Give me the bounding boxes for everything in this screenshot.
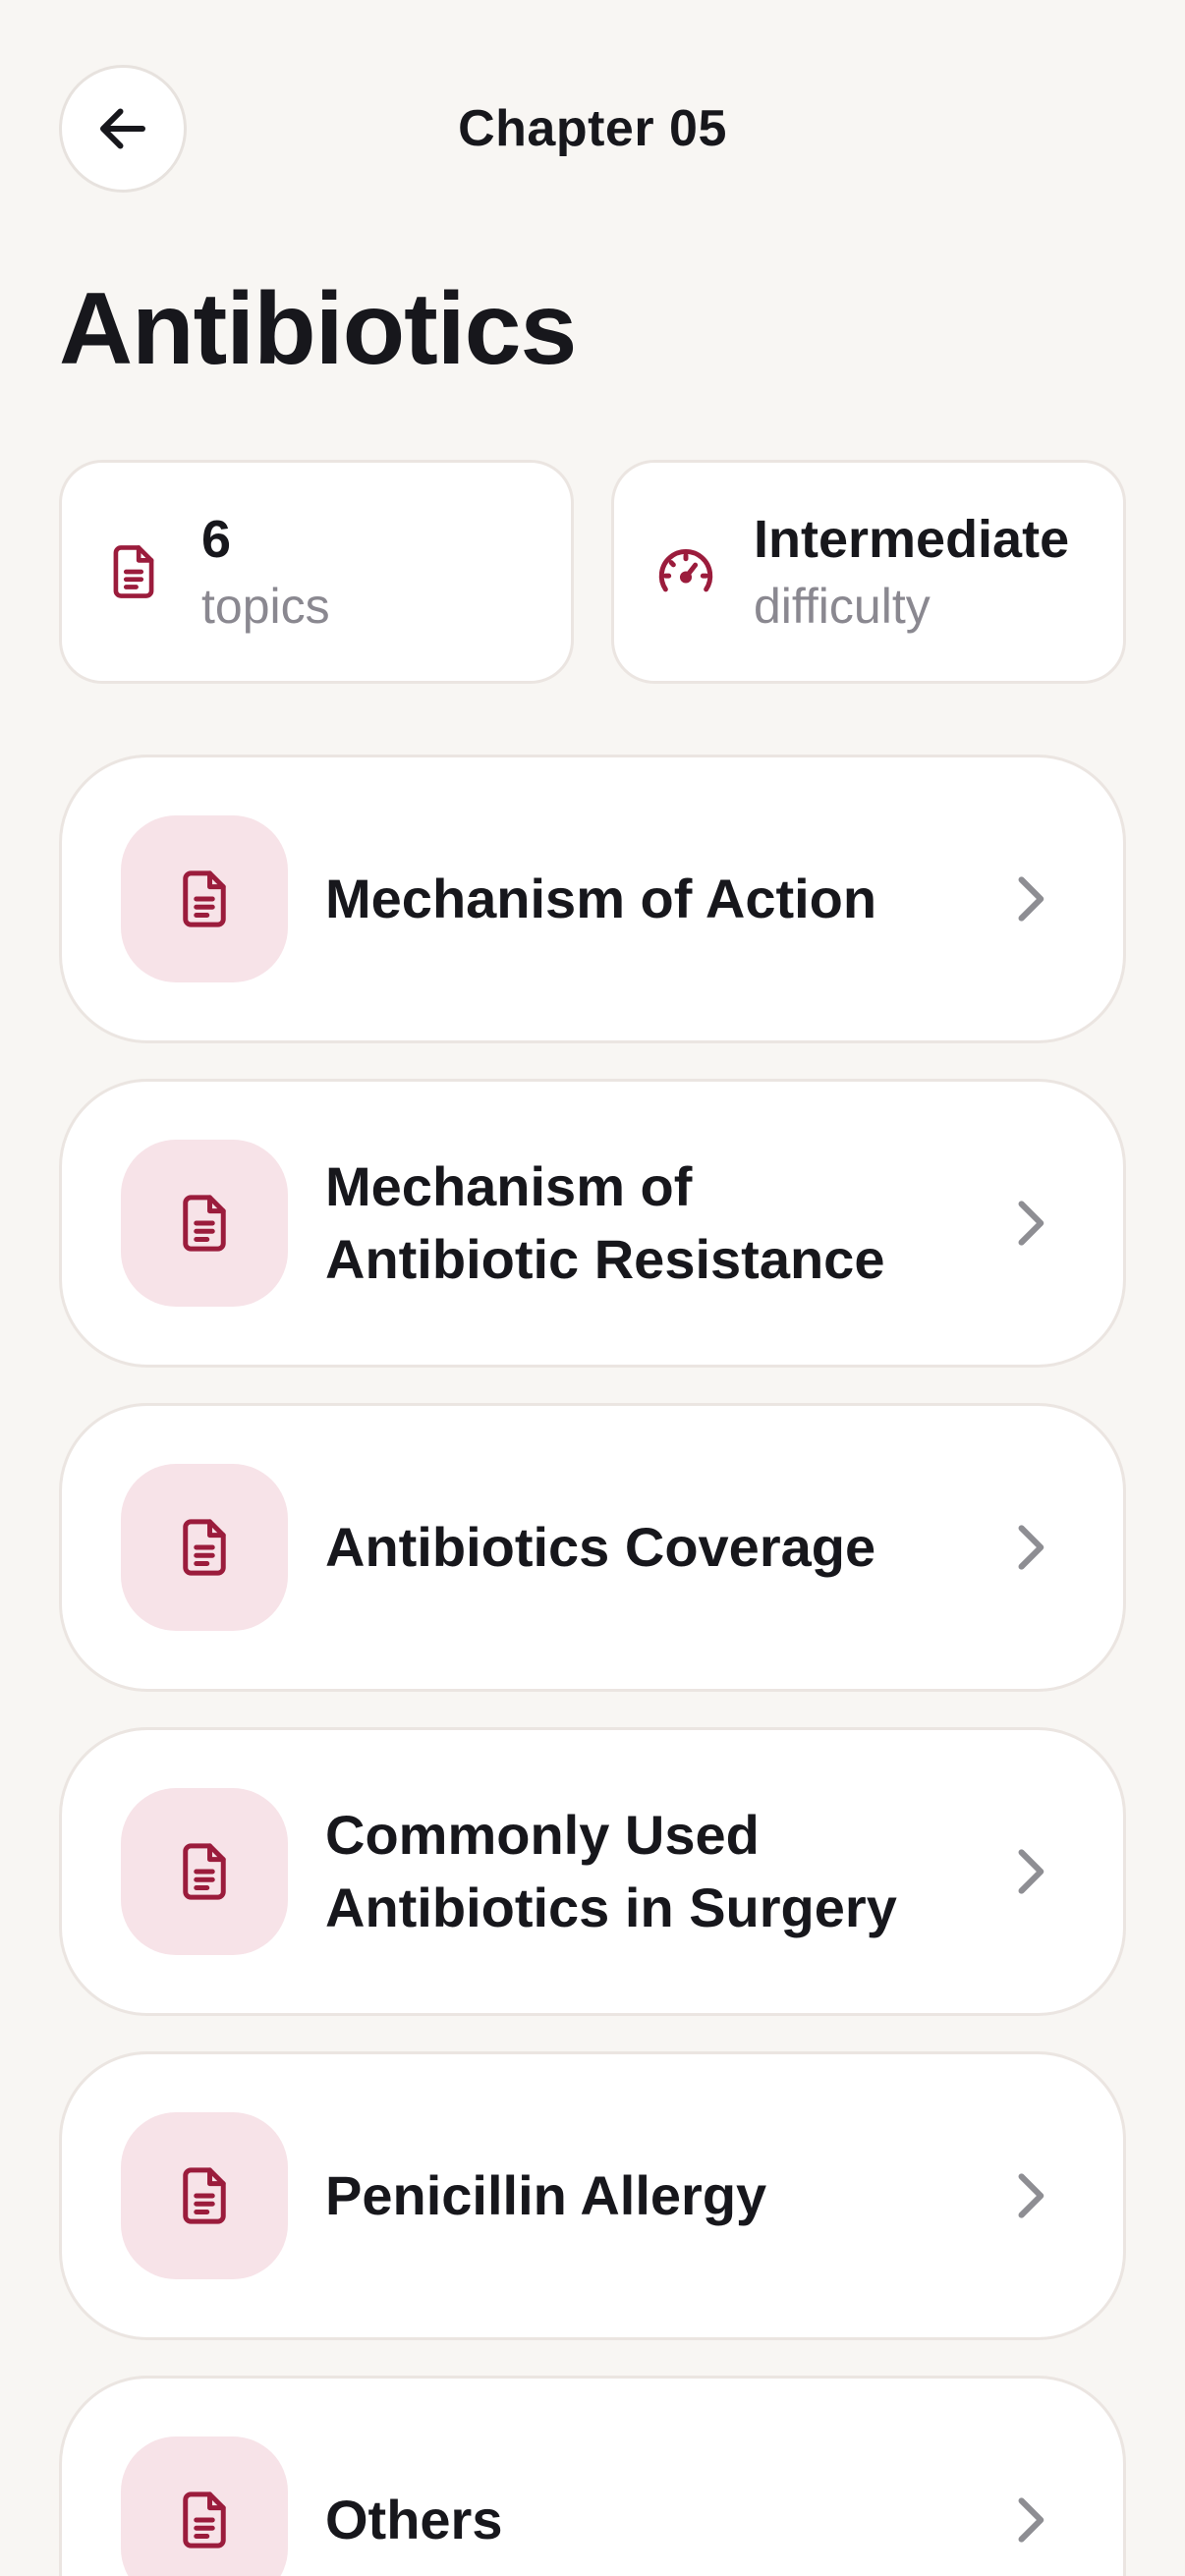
topic-icon-tile [121, 815, 288, 982]
topic-item-penicillin-allergy[interactable]: Penicillin Allergy [59, 2051, 1126, 2340]
topic-icon-tile [121, 2112, 288, 2279]
topics-stat-text: 6 topics [201, 508, 330, 637]
stats-row: 6 topics Intermediate difficulty [59, 460, 1126, 684]
difficulty-stat-card: Intermediate difficulty [611, 460, 1126, 684]
document-icon [99, 537, 168, 606]
topic-icon-tile [121, 1464, 288, 1631]
topic-icon-tile [121, 2436, 288, 2576]
topic-item-antibiotic-resistance[interactable]: Mechanism of Antibiotic Resistance [59, 1079, 1126, 1368]
topic-icon-tile [121, 1788, 288, 1955]
difficulty-value: Intermediate [754, 509, 1070, 569]
topic-list: Mechanism of Action Mechanism of Antibio… [59, 755, 1126, 2576]
topic-label: Others [325, 2488, 503, 2550]
chevron-right-icon [1005, 2166, 1054, 2225]
topic-label: Commonly Used Antibiotics in Surgery [325, 1803, 897, 1938]
chevron-right-icon [1005, 2491, 1054, 2549]
chapter-page: Chapter 05 Antibiotics 6 topics Intermed… [0, 0, 1185, 2576]
topic-item-antibiotics-in-surgery[interactable]: Commonly Used Antibiotics in Surgery [59, 1727, 1126, 2016]
document-icon [183, 2492, 226, 2548]
topics-label: topics [201, 579, 330, 635]
topic-label: Mechanism of Antibiotic Resistance [325, 1154, 885, 1290]
chevron-right-icon [1005, 1842, 1054, 1901]
topic-label: Mechanism of Action [325, 867, 877, 929]
topic-item-antibiotics-coverage[interactable]: Antibiotics Coverage [59, 1403, 1126, 1692]
topic-label: Penicillin Allergy [325, 2163, 767, 2226]
topic-item-mechanism-of-action[interactable]: Mechanism of Action [59, 755, 1126, 1043]
header: Chapter 05 [59, 65, 1126, 195]
topic-item-others[interactable]: Others [59, 2376, 1126, 2576]
gauge-icon [651, 537, 720, 606]
difficulty-stat-text: Intermediate difficulty [754, 508, 1069, 637]
document-icon [183, 1195, 226, 1252]
chevron-right-icon [1005, 869, 1054, 928]
document-icon [183, 1843, 226, 1900]
header-title: Chapter 05 [458, 100, 727, 157]
document-icon [183, 2167, 226, 2224]
chevron-right-icon [1005, 1194, 1054, 1253]
difficulty-label: difficulty [754, 579, 931, 635]
topics-stat-card: 6 topics [59, 460, 574, 684]
page-title: Antibiotics [59, 272, 577, 386]
chevron-right-icon [1005, 1518, 1054, 1577]
topic-icon-tile [121, 1140, 288, 1307]
topics-count: 6 [201, 509, 232, 569]
document-icon [183, 870, 226, 927]
topic-label: Antibiotics Coverage [325, 1515, 876, 1578]
document-icon [183, 1519, 226, 1576]
